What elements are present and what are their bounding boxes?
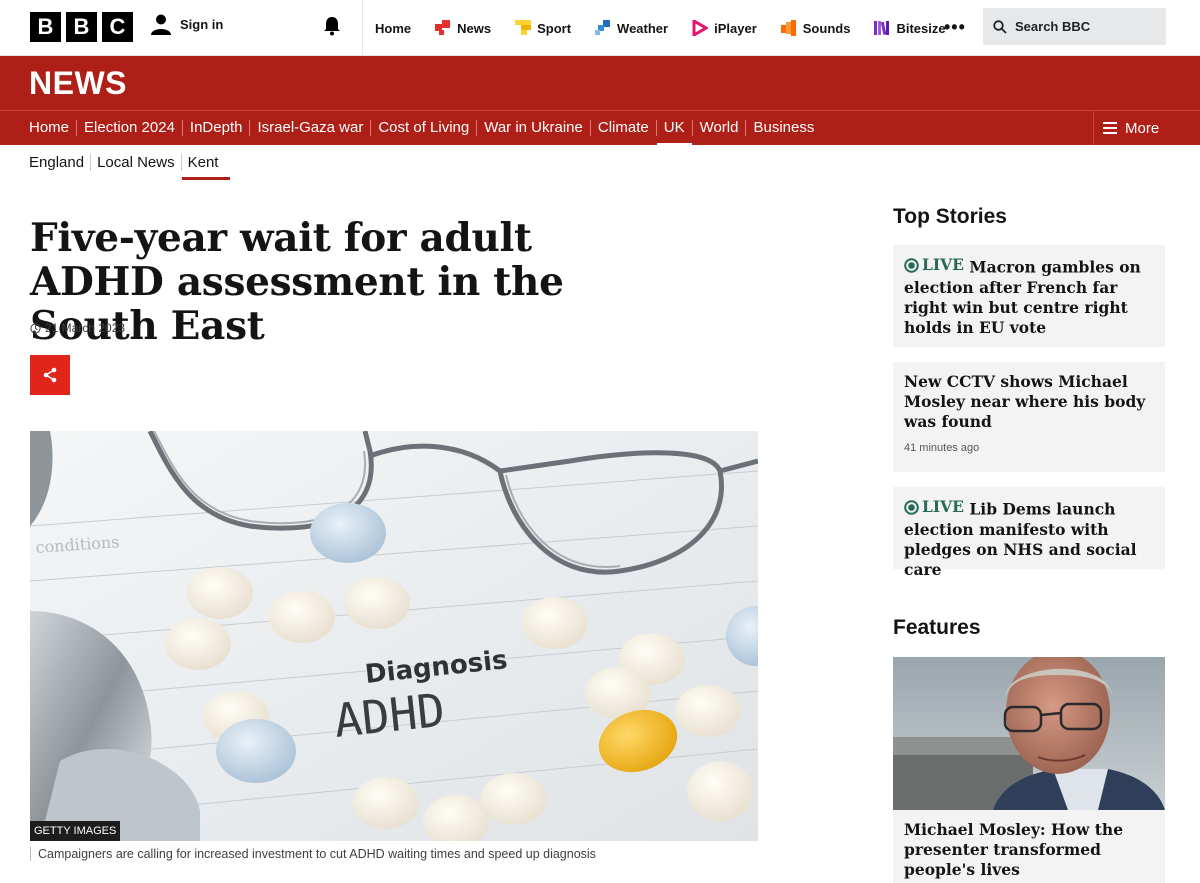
section-war-in-ukraine[interactable]: War in Ukraine	[476, 120, 590, 136]
search-bar[interactable]: Search BBC	[983, 8, 1166, 45]
nav-sport[interactable]: Sport	[515, 20, 571, 36]
bitesize-icon	[874, 21, 890, 36]
section-indepth[interactable]: InDepth	[181, 120, 250, 136]
nav-home[interactable]: Home	[375, 21, 411, 36]
feature-portrait-image	[893, 657, 1165, 810]
nav-iplayer-label: iPlayer	[714, 20, 757, 36]
nav-news[interactable]: News	[435, 20, 491, 36]
nav-sounds-label: Sounds	[802, 20, 851, 36]
top-stories-heading: Top Stories	[893, 205, 1007, 228]
article-date: 21 March 2023	[30, 321, 125, 335]
share-icon	[43, 367, 57, 383]
nav-bitesize-label: Bitesize	[896, 20, 946, 36]
features-heading: Features	[893, 616, 981, 639]
section-more-label: More	[1125, 119, 1160, 137]
notifications-bell-icon[interactable]	[322, 16, 342, 41]
section-cost-of-living[interactable]: Cost of Living	[370, 120, 476, 136]
section-world[interactable]: World	[691, 120, 746, 136]
article-hero-image: conditions Diagnosis ADHD GETTY IMAGES	[30, 431, 758, 841]
section-more-button[interactable]: More	[1093, 111, 1200, 145]
section-election-2024[interactable]: Election 2024	[76, 120, 182, 136]
news-banner: NEWS	[0, 56, 1200, 110]
section-climate[interactable]: Climate	[589, 120, 656, 136]
adhd-diagnosis-photo: conditions Diagnosis ADHD	[30, 431, 758, 841]
image-caption: Campaigners are calling for increased in…	[30, 847, 596, 861]
news-icon	[435, 20, 451, 35]
top-story-1-text: LIVE Macron gambles on election after Fr…	[904, 255, 1154, 338]
breadcrumb: England Local News Kent	[29, 154, 231, 180]
top-story-card-1[interactable]: LIVE Macron gambles on election after Fr…	[893, 245, 1165, 347]
feature-headline: Michael Mosley: How the presenter transf…	[904, 820, 1124, 879]
live-badge: LIVE	[904, 497, 964, 517]
subnav-kent[interactable]: Kent	[180, 154, 231, 180]
bbc-logo[interactable]: B B C	[30, 12, 133, 42]
sign-in-label: Sign in	[180, 16, 224, 32]
image-credit: GETTY IMAGES	[30, 821, 121, 841]
feature-card[interactable]: Michael Mosley: How the presenter transf…	[893, 657, 1165, 883]
nav-weather[interactable]: Weather	[595, 20, 668, 36]
article-date-text: 21 March 2023	[45, 321, 126, 335]
subnav-england[interactable]: England	[29, 154, 90, 171]
more-menu-button[interactable]: •••	[944, 17, 966, 38]
news-section-nav: Home Election 2024 InDepth Israel-Gaza w…	[0, 110, 1200, 146]
search-placeholder: Search BBC	[1015, 19, 1091, 34]
top-story-2-timestamp: 41 minutes ago	[904, 442, 980, 454]
logo-letter-b2: B	[66, 12, 97, 42]
nav-home-label: Home	[375, 20, 412, 36]
sign-in-button[interactable]: Sign in	[150, 13, 223, 35]
nav-sounds[interactable]: Sounds	[780, 20, 851, 36]
section-uk[interactable]: UK	[655, 120, 692, 146]
nav-sport-label: Sport	[537, 20, 572, 36]
search-icon	[993, 19, 1007, 34]
global-nav: Home News Sport Weather iPlayer Sounds B…	[362, 0, 970, 56]
nav-iplayer[interactable]: iPlayer	[692, 20, 757, 36]
live-label: LIVE	[922, 255, 964, 274]
sport-icon	[515, 20, 532, 35]
nav-news-label: News	[457, 20, 492, 36]
iplayer-icon	[692, 20, 709, 36]
top-story-2-headline: New CCTV shows Michael Mosley near where…	[904, 372, 1146, 431]
top-story-3-text: LIVE Lib Dems launch election manifesto …	[904, 497, 1154, 580]
logo-letter-b1: B	[30, 12, 61, 42]
top-story-card-2[interactable]: New CCTV shows Michael Mosley near where…	[893, 362, 1165, 472]
share-button[interactable]	[30, 355, 70, 395]
section-business[interactable]: Business	[745, 120, 821, 136]
news-logo[interactable]: NEWS	[29, 65, 127, 102]
section-home[interactable]: Home	[29, 120, 76, 136]
global-header: B B C Sign in Home News Sport Weather iP…	[0, 0, 1200, 56]
article-headline: Five-year wait for adult ADHD assessment…	[30, 215, 564, 349]
weather-icon	[595, 20, 611, 35]
live-icon	[904, 257, 919, 273]
clock-icon	[30, 322, 41, 334]
nav-bitesize[interactable]: Bitesize	[874, 20, 946, 36]
menu-icon	[1103, 122, 1117, 134]
nav-weather-label: Weather	[617, 20, 669, 36]
live-badge: LIVE	[904, 255, 964, 275]
live-label: LIVE	[922, 497, 964, 516]
image-text-adhd: ADHD	[332, 683, 448, 748]
user-icon	[151, 14, 171, 35]
live-icon	[904, 499, 919, 515]
top-story-card-3[interactable]: LIVE Lib Dems launch election manifesto …	[893, 487, 1165, 579]
logo-letter-c: C	[102, 12, 133, 42]
subnav-local-news[interactable]: Local News	[90, 154, 181, 171]
sounds-icon	[780, 20, 796, 36]
section-israel-gaza-war[interactable]: Israel-Gaza war	[249, 120, 370, 136]
